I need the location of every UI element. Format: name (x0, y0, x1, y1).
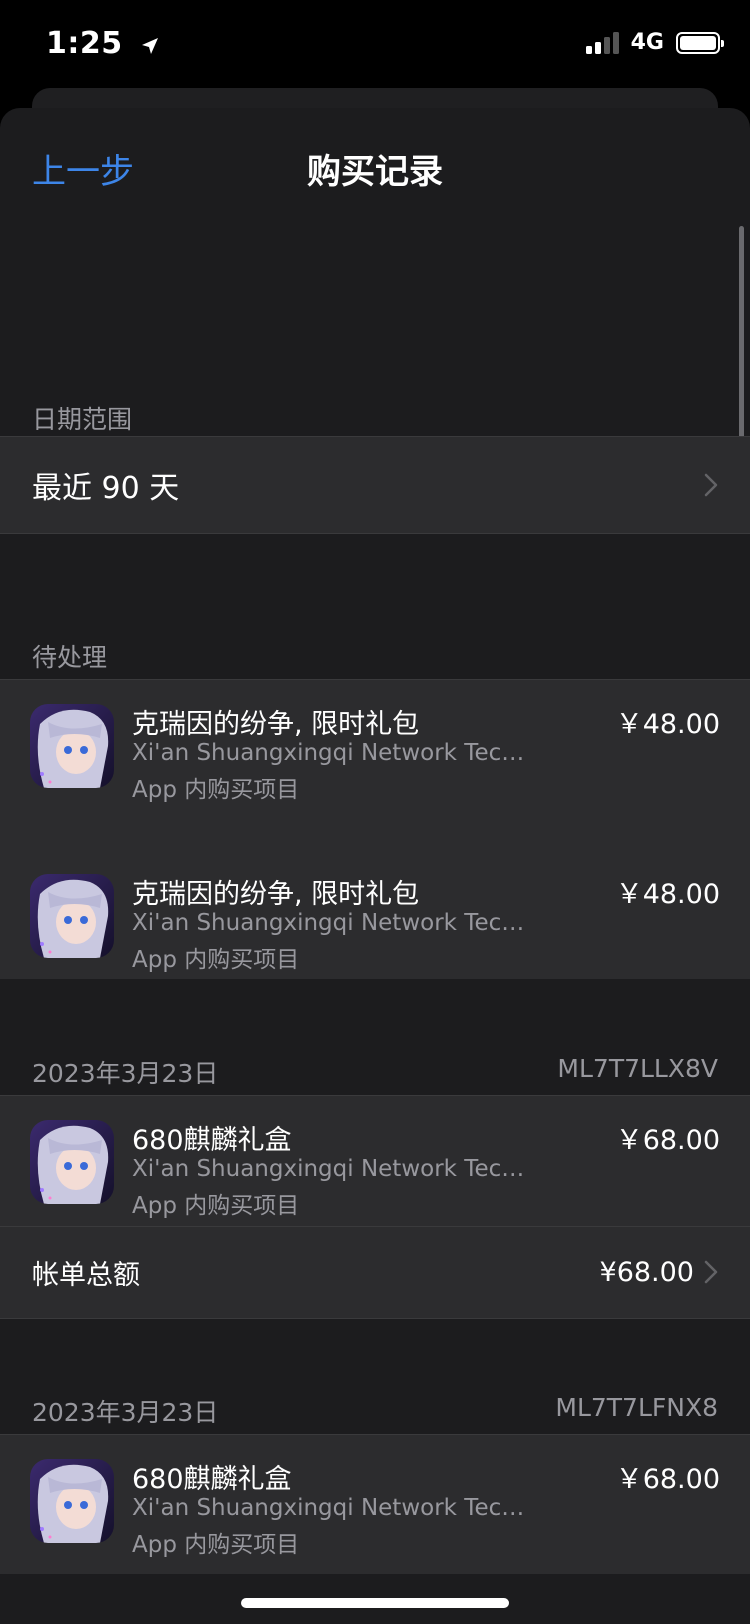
chevron-right-icon (704, 1260, 718, 1284)
order-date: 2023年3月23日 (32, 1398, 219, 1427)
item-kind: App 内购买项目 (132, 1532, 300, 1558)
item-name: 克瑞因的纷争, 限时礼包 (132, 709, 420, 740)
item-developer: Xi'an Shuangxingqi Network Tech... (132, 1495, 532, 1521)
item-kind: App 内购买项目 (132, 1193, 300, 1219)
signal-icon (585, 31, 619, 54)
app-icon (30, 1459, 114, 1543)
item-kind: App 内购买项目 (132, 777, 300, 803)
list-item[interactable]: 克瑞因的纷争, 限时礼包 Xi'an Shuangxingqi Network … (0, 692, 750, 812)
bill-total-label: 帐单总额 (32, 1259, 140, 1291)
item-name: 克瑞因的纷争, 限时礼包 (132, 879, 420, 910)
date-range-row[interactable]: 最近 90 天 (0, 437, 750, 533)
date-range-value: 最近 90 天 (32, 471, 180, 506)
order-id: ML7T7LLX8V (557, 1054, 718, 1083)
bill-total-right: ¥68.00 (600, 1257, 718, 1288)
chevron-right-icon (704, 473, 718, 497)
status-indicators: 4G (585, 30, 724, 55)
date-range-header: 日期范围 (32, 405, 133, 434)
pending-header: 待处理 (32, 643, 108, 672)
network-type: 4G (630, 30, 664, 55)
order-group: 680麒麟礼盒 Xi'an Shuangxingqi Network Tech.… (0, 1095, 750, 1319)
scroll-indicator[interactable] (739, 226, 744, 466)
item-price: ￥68.00 (615, 1125, 720, 1156)
app-icon (30, 704, 114, 788)
bill-total-row[interactable]: 帐单总额 ¥68.00 (0, 1227, 750, 1317)
bill-total-value: ¥68.00 (599, 1256, 694, 1288)
battery-icon (676, 31, 724, 54)
page-title: 购买记录 (307, 152, 443, 192)
item-price: ￥68.00 (615, 1464, 720, 1495)
item-kind: App 内购买项目 (132, 947, 300, 973)
clock: 1:25 (46, 26, 123, 61)
app-icon (30, 1120, 114, 1204)
status-bar: 1:25 4G (0, 0, 750, 90)
date-range-group: 最近 90 天 (0, 436, 750, 534)
purchase-history-sheet: 上一步 购买记录 日期范围 最近 90 天 待处理 克瑞因的纷争, 限时礼包 X… (0, 108, 750, 1624)
item-name: 680麒麟礼盒 (132, 1464, 292, 1495)
pending-group: 克瑞因的纷争, 限时礼包 Xi'an Shuangxingqi Network … (0, 679, 750, 979)
status-time: 1:25 (46, 26, 160, 61)
item-name: 680麒麟礼盒 (132, 1125, 292, 1156)
list-item[interactable]: 680麒麟礼盒 Xi'an Shuangxingqi Network Tech.… (0, 1108, 750, 1228)
item-developer: Xi'an Shuangxingqi Network Tech... (132, 1156, 532, 1182)
list-item[interactable]: 680麒麟礼盒 Xi'an Shuangxingqi Network Tech.… (0, 1447, 750, 1567)
app-icon (30, 874, 114, 958)
item-developer: Xi'an Shuangxingqi Network Tech... (132, 740, 532, 766)
order-date: 2023年3月23日 (32, 1059, 219, 1088)
item-price: ￥48.00 (615, 709, 720, 740)
location-arrow-icon (141, 38, 158, 54)
item-developer: Xi'an Shuangxingqi Network Tech... (132, 910, 532, 936)
home-indicator[interactable] (241, 1598, 509, 1608)
item-price: ￥48.00 (615, 879, 720, 910)
list-item[interactable]: 克瑞因的纷争, 限时礼包 Xi'an Shuangxingqi Network … (0, 862, 750, 982)
order-group: 680麒麟礼盒 Xi'an Shuangxingqi Network Tech.… (0, 1434, 750, 1574)
order-id: ML7T7LFNX8 (555, 1393, 718, 1422)
